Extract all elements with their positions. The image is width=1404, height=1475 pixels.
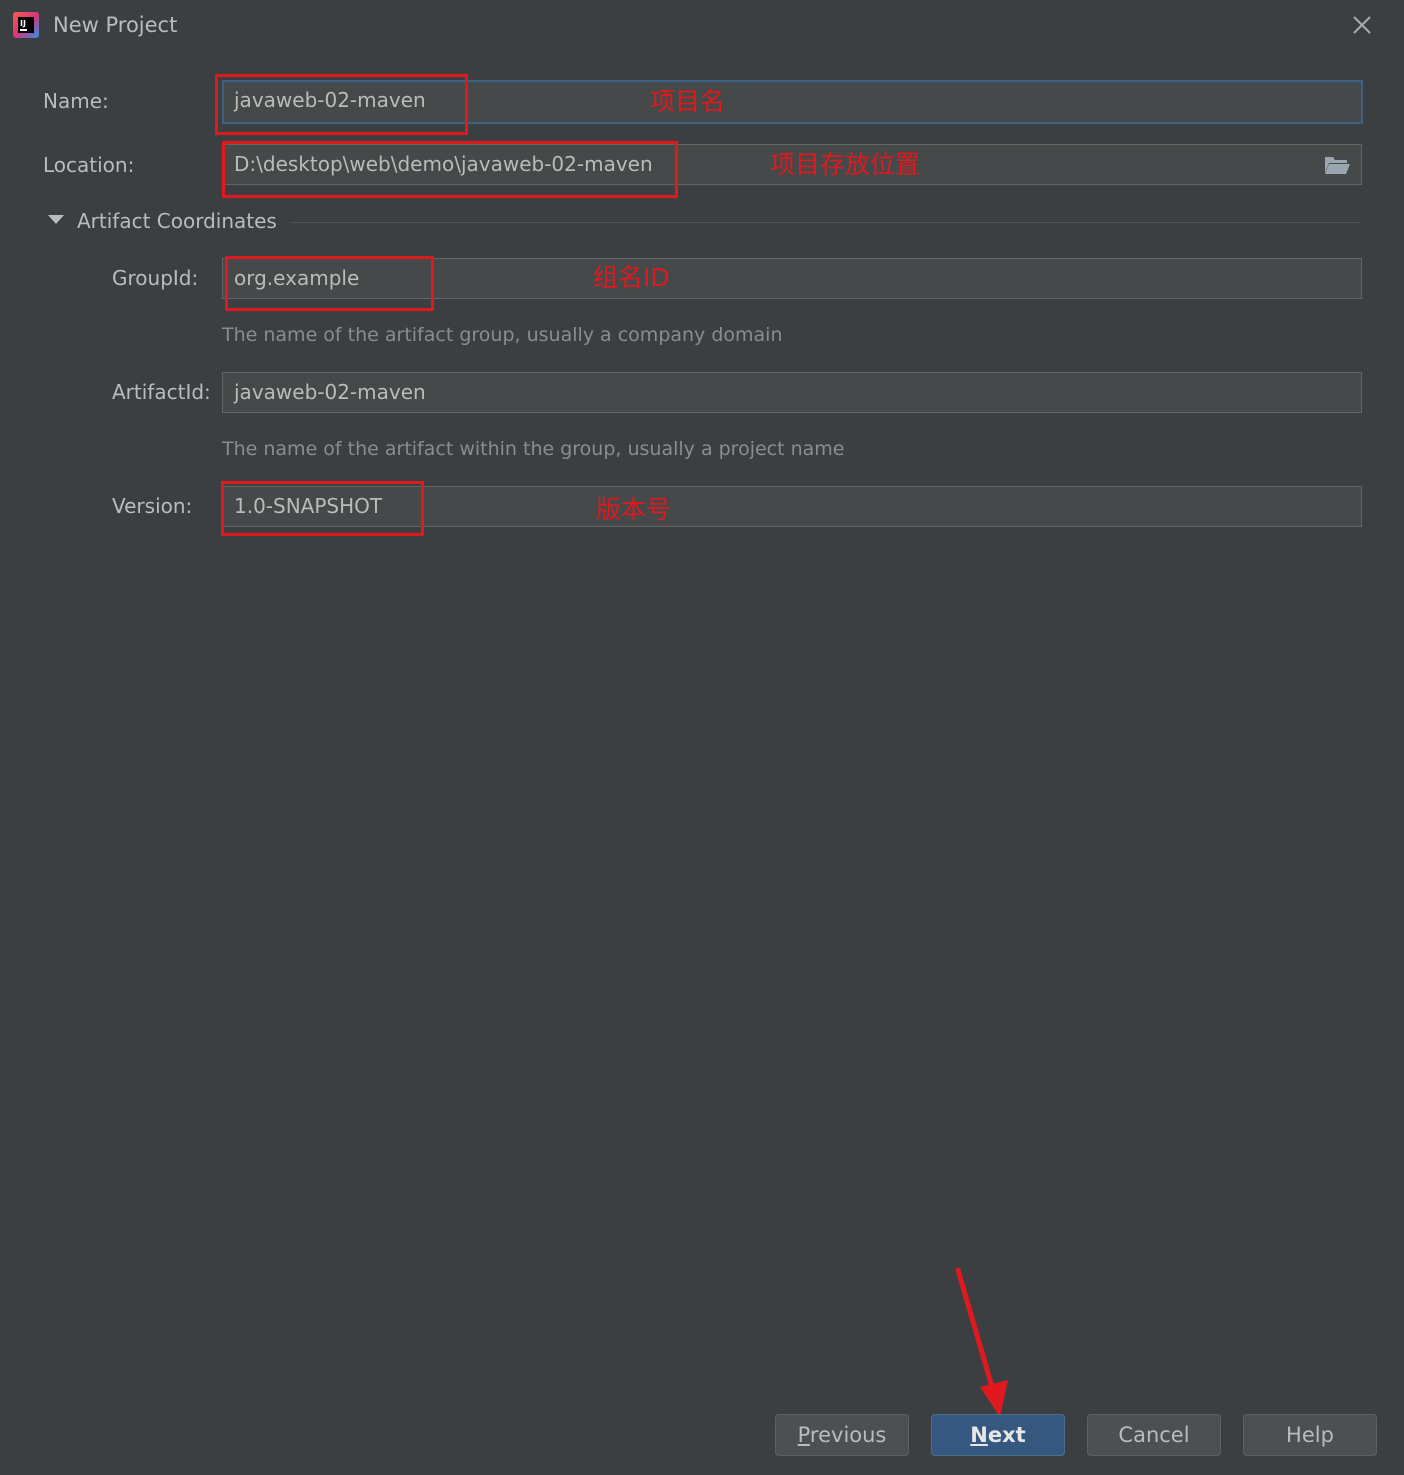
groupid-hint: The name of the artifact group, usually … — [222, 324, 783, 346]
close-icon[interactable] — [1348, 11, 1376, 39]
next-button[interactable]: Next — [931, 1414, 1065, 1456]
svg-text:IJ: IJ — [20, 19, 26, 28]
window-title: New Project — [53, 13, 178, 37]
title-bar: IJ New Project — [0, 0, 1404, 52]
annotation-box-version — [221, 481, 424, 536]
groupid-label: GroupId: — [112, 266, 199, 290]
annotation-name-note: 项目名 — [650, 87, 726, 116]
cancel-button[interactable]: Cancel — [1087, 1414, 1221, 1456]
annotation-arrow-icon — [955, 1267, 1008, 1417]
section-divider — [290, 222, 1361, 223]
intellij-app-icon: IJ — [13, 12, 39, 38]
annotation-version-note: 版本号 — [596, 495, 672, 524]
help-button[interactable]: Help — [1243, 1414, 1377, 1456]
annotation-location-note: 项目存放位置 — [770, 150, 921, 179]
artifact-coordinates-section-title[interactable]: Artifact Coordinates — [77, 207, 277, 235]
version-label: Version: — [112, 494, 193, 518]
annotation-group-note: 组名ID — [593, 263, 670, 292]
location-label: Location: — [43, 153, 135, 177]
annotation-box-groupid — [225, 256, 434, 311]
previous-button[interactable]: Previous — [775, 1414, 909, 1456]
annotation-box-name — [215, 74, 468, 135]
folder-icon[interactable] — [1323, 153, 1351, 177]
annotation-box-location — [222, 141, 678, 198]
artifactid-hint: The name of the artifact within the grou… — [222, 438, 845, 460]
artifactid-label: ArtifactId: — [112, 380, 211, 404]
artifactid-input[interactable]: javaweb-02-maven — [222, 372, 1362, 413]
expand-triangle-icon[interactable] — [48, 215, 64, 224]
name-label: Name: — [43, 89, 109, 113]
